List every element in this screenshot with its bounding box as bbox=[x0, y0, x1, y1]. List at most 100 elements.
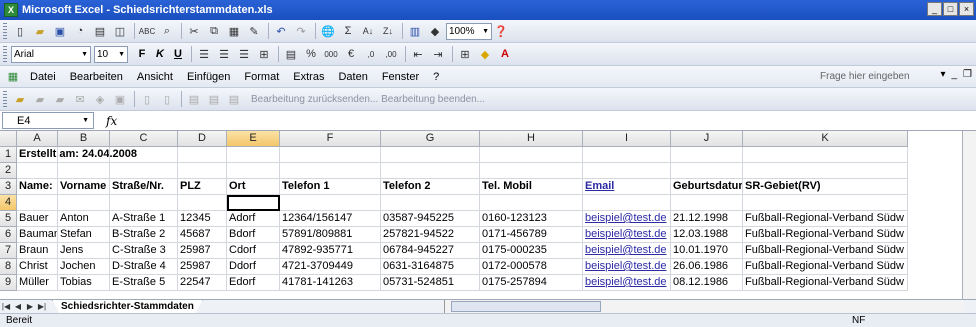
print-preview-icon[interactable]: ◫ bbox=[111, 22, 129, 40]
sort-descending-icon[interactable]: Z↓ bbox=[379, 22, 397, 40]
menu-bearbeiten[interactable]: Bearbeiten bbox=[70, 71, 123, 83]
cell-G5[interactable]: 03587-945225 bbox=[381, 211, 480, 227]
cell-G2[interactable] bbox=[381, 163, 480, 179]
cell-E7[interactable]: Cdorf bbox=[227, 243, 280, 259]
cell-D2[interactable] bbox=[178, 163, 227, 179]
cell-K6[interactable]: Fußball-Regional-Verband Südw bbox=[743, 227, 908, 243]
cell-E6[interactable]: Bdorf bbox=[227, 227, 280, 243]
cell-H2[interactable] bbox=[480, 163, 583, 179]
cell-B3[interactable]: Vorname bbox=[58, 179, 110, 195]
cell-D6[interactable]: 45687 bbox=[178, 227, 227, 243]
sort-ascending-icon[interactable]: A↓ bbox=[359, 22, 377, 40]
undo-icon[interactable]: ↶ bbox=[272, 22, 290, 40]
row-header[interactable]: 8 bbox=[0, 259, 17, 275]
cell-G1[interactable] bbox=[381, 147, 480, 163]
cell-C1[interactable] bbox=[110, 147, 178, 163]
review-icon[interactable]: ▯ bbox=[158, 90, 176, 108]
cut-icon[interactable]: ✂ bbox=[185, 22, 203, 40]
cell-J5[interactable]: 21.12.1998 bbox=[671, 211, 743, 227]
bold-icon[interactable]: F bbox=[134, 48, 150, 60]
underline-icon[interactable]: U bbox=[170, 48, 186, 60]
row-header[interactable]: 1 bbox=[0, 147, 17, 163]
menu-format[interactable]: Format bbox=[244, 71, 279, 83]
cell-K2[interactable] bbox=[743, 163, 908, 179]
cell-G3[interactable]: Telefon 2 bbox=[381, 179, 480, 195]
borders-icon[interactable]: ⊞ bbox=[456, 45, 474, 63]
cell-E2[interactable] bbox=[227, 163, 280, 179]
cell-D5[interactable]: 12345 bbox=[178, 211, 227, 227]
chart-wizard-icon[interactable]: ▥ bbox=[406, 22, 424, 40]
vertical-scrollbar[interactable] bbox=[962, 131, 976, 299]
cell-A6[interactable]: Baumann bbox=[17, 227, 58, 243]
first-sheet-icon[interactable]: |◀ bbox=[0, 302, 12, 311]
toolbar-grip[interactable] bbox=[3, 90, 7, 108]
italic-icon[interactable]: K bbox=[152, 48, 168, 60]
column-header[interactable]: F bbox=[280, 131, 381, 147]
review-icon[interactable]: ▰ bbox=[31, 90, 49, 108]
font-size-select[interactable]: 10 ▼ bbox=[94, 45, 128, 63]
cell-A4[interactable] bbox=[17, 195, 58, 211]
cell-B2[interactable] bbox=[58, 163, 110, 179]
cell-A3[interactable]: Name: bbox=[17, 179, 58, 195]
row-header[interactable]: 9 bbox=[0, 275, 17, 291]
minimize-icon[interactable]: _ bbox=[951, 69, 957, 80]
zoom-select[interactable]: 100% ▼ bbox=[446, 22, 492, 40]
cell-F9[interactable]: 41781-141263 bbox=[280, 275, 381, 291]
cell-C7[interactable]: C-Straße 3 bbox=[110, 243, 178, 259]
column-header[interactable]: J bbox=[671, 131, 743, 147]
menu-datei[interactable]: Datei bbox=[30, 71, 56, 83]
cell-D3[interactable]: PLZ bbox=[178, 179, 227, 195]
cell-E8[interactable]: Ddorf bbox=[227, 259, 280, 275]
cell-B6[interactable]: Stefan bbox=[58, 227, 110, 243]
paste-icon[interactable]: ▦ bbox=[225, 22, 243, 40]
cell-I6[interactable]: beispiel@test.de bbox=[583, 227, 671, 243]
select-all-corner[interactable] bbox=[0, 131, 17, 147]
row-header[interactable]: 4 bbox=[0, 195, 17, 211]
cell-J9[interactable]: 08.12.1986 bbox=[671, 275, 743, 291]
cell-I8[interactable]: beispiel@test.de bbox=[583, 259, 671, 275]
cell-G4[interactable] bbox=[381, 195, 480, 211]
cell-A2[interactable] bbox=[17, 163, 58, 179]
cell-H9[interactable]: 0175-257894 bbox=[480, 275, 583, 291]
cell-H6[interactable]: 0171-456789 bbox=[480, 227, 583, 243]
cell-I4[interactable] bbox=[583, 195, 671, 211]
cell-E1[interactable] bbox=[227, 147, 280, 163]
review-icon[interactable]: ▤ bbox=[225, 90, 243, 108]
row-header[interactable]: 5 bbox=[0, 211, 17, 227]
menu-fenster[interactable]: Fenster bbox=[382, 71, 419, 83]
cell-D4[interactable] bbox=[178, 195, 227, 211]
last-sheet-icon[interactable]: ▶| bbox=[36, 302, 48, 311]
merge-center-icon[interactable]: ⊞ bbox=[255, 45, 273, 63]
cell-I9[interactable]: beispiel@test.de bbox=[583, 275, 671, 291]
menu-daten[interactable]: Daten bbox=[338, 71, 367, 83]
cell-B7[interactable]: Jens bbox=[58, 243, 110, 259]
new-icon[interactable]: ▯ bbox=[11, 22, 29, 40]
review-icon[interactable]: ✉ bbox=[71, 90, 89, 108]
euro-icon[interactable]: € bbox=[342, 45, 360, 63]
cell-D7[interactable]: 25987 bbox=[178, 243, 227, 259]
permission-icon[interactable]: ◔ bbox=[71, 22, 89, 40]
column-header[interactable]: A bbox=[17, 131, 58, 147]
workbook-icon[interactable]: ▦ bbox=[4, 68, 22, 86]
cell-F6[interactable]: 57891/809881 bbox=[280, 227, 381, 243]
cell-F2[interactable] bbox=[280, 163, 381, 179]
cell-F5[interactable]: 12364/156147 bbox=[280, 211, 381, 227]
cell-E4[interactable] bbox=[227, 195, 280, 211]
print-icon[interactable]: ▤ bbox=[91, 22, 109, 40]
align-left-icon[interactable]: ☰ bbox=[195, 45, 213, 63]
column-header[interactable]: K bbox=[743, 131, 908, 147]
cell-F1[interactable] bbox=[280, 147, 381, 163]
cell-F8[interactable]: 4721-3709449 bbox=[280, 259, 381, 275]
cell-G8[interactable]: 0631-3164875 bbox=[381, 259, 480, 275]
hyperlink-icon[interactable]: 🌐 bbox=[319, 22, 337, 40]
review-icon[interactable]: ▰ bbox=[11, 90, 29, 108]
increase-decimal-icon[interactable]: ,0 bbox=[362, 45, 380, 63]
column-header[interactable]: G bbox=[381, 131, 480, 147]
sheet-tab-active[interactable]: Schiedsrichter-Stammdaten bbox=[52, 299, 203, 314]
cell-A5[interactable]: Bauer bbox=[17, 211, 58, 227]
cell-F4[interactable] bbox=[280, 195, 381, 211]
menu-extras[interactable]: Extras bbox=[293, 71, 324, 83]
chevron-down-icon[interactable]: ▾ bbox=[940, 69, 945, 80]
cell-C6[interactable]: B-Straße 2 bbox=[110, 227, 178, 243]
cell-D1[interactable] bbox=[178, 147, 227, 163]
